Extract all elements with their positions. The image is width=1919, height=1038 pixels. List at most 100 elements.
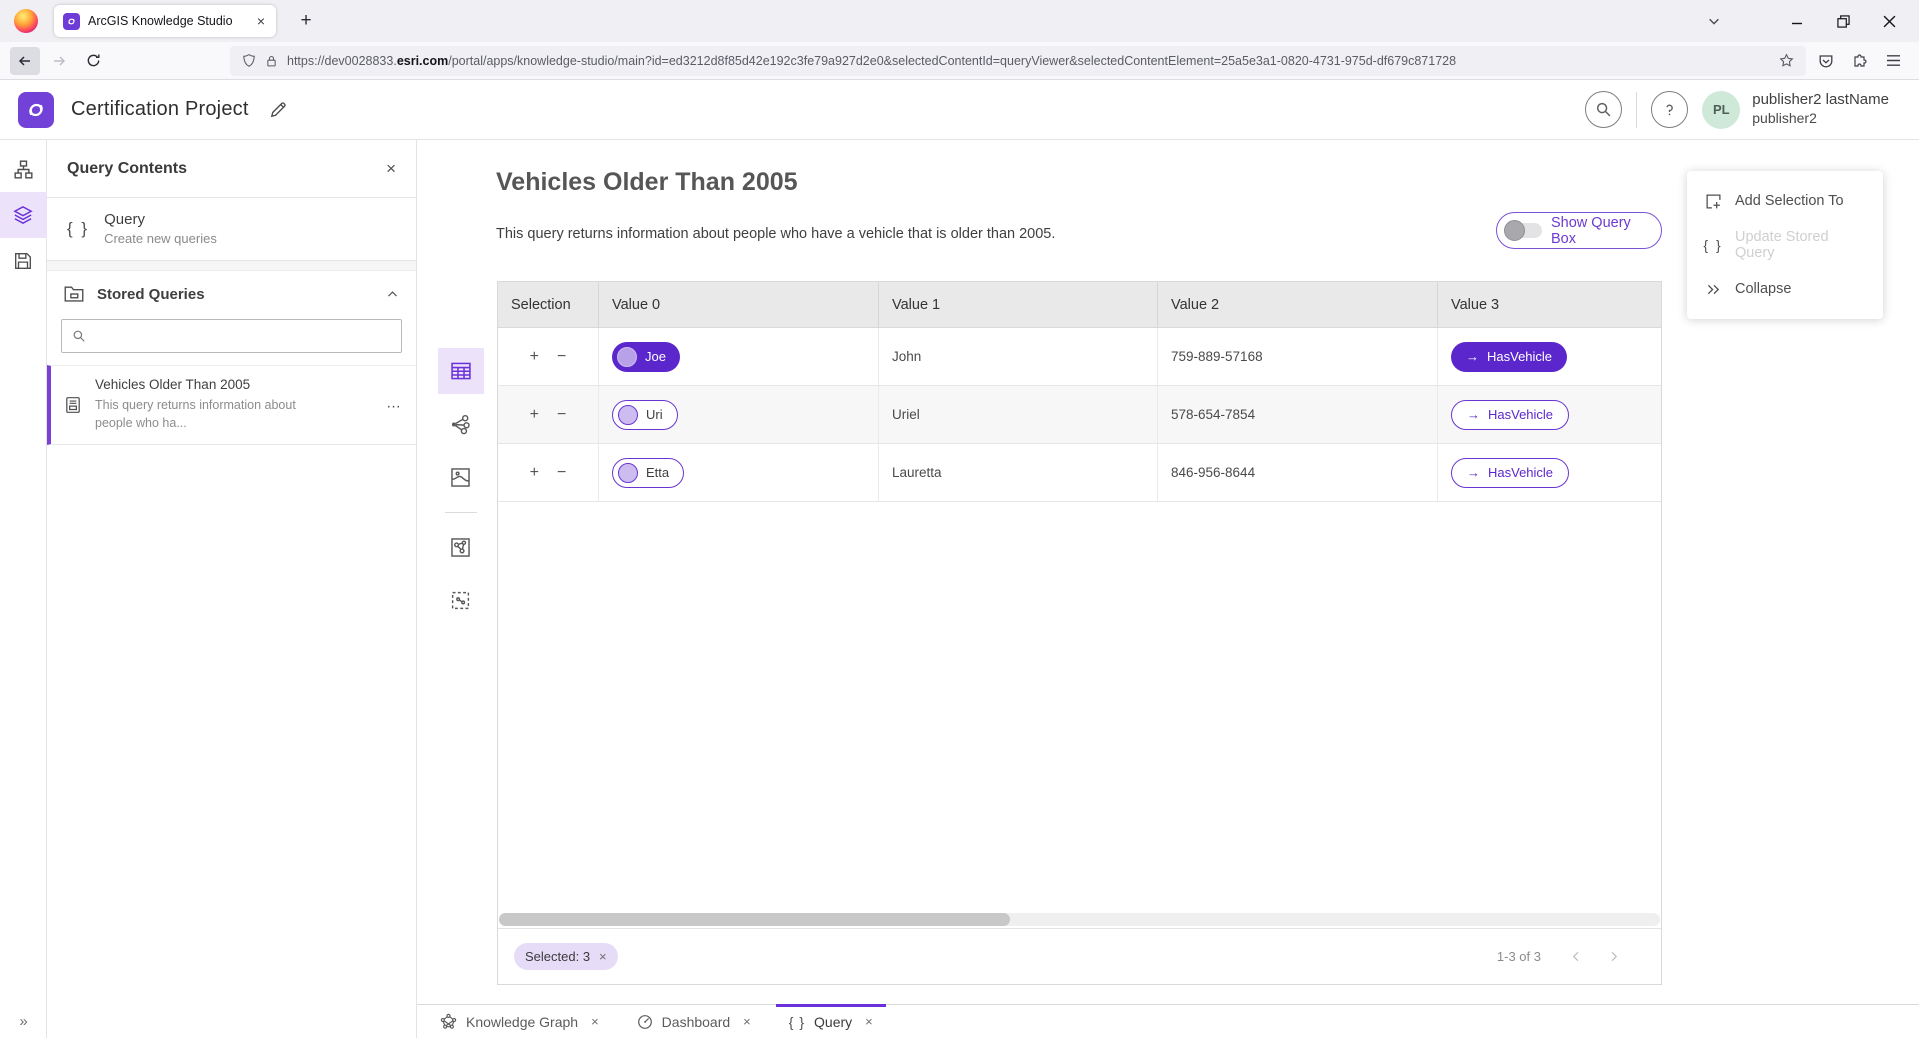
extensions-puzzle-icon[interactable] [1852, 52, 1868, 69]
window-minimize-button[interactable] [1777, 0, 1817, 42]
column-header-value0[interactable]: Value 0 [599, 282, 879, 327]
tab-dashboard[interactable]: Dashboard × [622, 1005, 766, 1038]
stored-queries-title: Stored Queries [97, 286, 373, 303]
pocket-icon[interactable] [1818, 53, 1834, 69]
entity-pill[interactable]: Etta [612, 458, 684, 488]
scrollbar-thumb[interactable] [499, 913, 1010, 926]
pagination-range: 1-3 of 3 [1497, 949, 1541, 964]
show-query-box-toggle[interactable]: Show Query Box [1496, 212, 1662, 249]
table-row[interactable]: + − Uri Uriel 578-654-7854 →HasVehicle [498, 386, 1661, 444]
relation-pill[interactable]: →HasVehicle [1451, 458, 1569, 488]
back-button[interactable] [10, 47, 40, 75]
value2-cell: 759-889-57168 [1158, 328, 1438, 385]
table-row[interactable]: + − Etta Lauretta 846-956-8644 →HasVehic… [498, 444, 1661, 502]
query-create-item[interactable]: { } Query Create new queries [47, 198, 416, 261]
expand-rail-icon[interactable]: » [0, 1013, 47, 1030]
menu-item-update-stored-query[interactable]: { } Update Stored Query [1687, 223, 1883, 267]
bookmark-star-icon[interactable] [1779, 53, 1794, 68]
braces-icon: { } [1704, 237, 1722, 253]
browser-tab[interactable]: ArcGIS Knowledge Studio × [54, 5, 276, 37]
reload-button[interactable] [78, 47, 108, 75]
entity-pill[interactable]: Uri [612, 400, 678, 430]
stored-queries-header[interactable]: Stored Queries [47, 271, 416, 317]
forward-button[interactable] [44, 47, 74, 75]
selected-count-chip[interactable]: Selected: 3 × [514, 943, 618, 970]
chevron-up-icon[interactable] [386, 288, 399, 301]
panel-header: Query Contents × [47, 140, 416, 198]
stored-query-description: This query returns information about peo… [95, 396, 313, 432]
contents-layers-icon[interactable] [0, 192, 47, 238]
table-row[interactable]: + − Joe John 759-889-57168 →HasVehicle [498, 328, 1661, 386]
search-button[interactable] [1585, 91, 1622, 128]
stored-queries-search[interactable] [61, 319, 402, 353]
column-header-value3[interactable]: Value 3 [1438, 282, 1661, 327]
selection-cell: + − [498, 386, 599, 443]
help-button[interactable] [1651, 91, 1688, 128]
shield-icon[interactable] [242, 53, 256, 68]
edit-title-pencil-icon[interactable] [269, 101, 287, 119]
data-model-icon[interactable] [0, 146, 47, 192]
tab-close-icon[interactable]: × [255, 13, 267, 29]
tab-query[interactable]: { } Query × [774, 1005, 888, 1038]
tab-list-chevron-icon[interactable] [1707, 14, 1721, 28]
query-item-title: Query [104, 211, 217, 228]
column-header-selection[interactable]: Selection [498, 282, 599, 327]
next-page-icon[interactable] [1608, 951, 1619, 962]
results-table: Selection Value 0 Value 1 Value 2 Value … [497, 281, 1662, 985]
tab-knowledge-graph[interactable]: Knowledge Graph × [425, 1005, 614, 1038]
new-tab-button[interactable]: + [292, 10, 320, 32]
remove-selection-icon[interactable]: − [557, 348, 566, 366]
knowledge-studio-logo-icon[interactable] [18, 92, 54, 128]
map-view-icon[interactable] [438, 454, 484, 500]
menu-item-add-selection-to[interactable]: Add Selection To [1687, 179, 1883, 223]
relation-pill[interactable]: →HasVehicle [1451, 400, 1569, 430]
window-restore-button[interactable] [1823, 0, 1863, 42]
selection-context-menu: Add Selection To { } Update Stored Query… [1687, 171, 1883, 319]
tab-close-icon[interactable]: × [865, 1014, 873, 1029]
panel-close-icon[interactable]: × [386, 159, 396, 179]
menu-item-collapse[interactable]: Collapse [1687, 267, 1883, 311]
graph-in-map-icon[interactable] [438, 524, 484, 570]
page-title: Vehicles Older Than 2005 [496, 168, 798, 197]
add-selection-icon[interactable]: + [530, 348, 539, 366]
nav-right-icons [1818, 52, 1909, 69]
url-bar[interactable]: https://dev0028833.esri.com/portal/apps/… [230, 46, 1806, 76]
menu-hamburger-icon[interactable] [1886, 54, 1901, 67]
search-input[interactable] [94, 329, 391, 344]
url-text[interactable]: https://dev0028833.esri.com/portal/apps/… [287, 54, 1770, 68]
entity-cell: Joe [599, 328, 879, 385]
stored-query-options-icon[interactable]: … [386, 395, 402, 412]
table-view-icon[interactable] [438, 348, 484, 394]
horizontal-scrollbar[interactable] [499, 913, 1660, 926]
column-header-value1[interactable]: Value 1 [879, 282, 1158, 327]
user-avatar[interactable]: PL [1702, 91, 1740, 129]
selection-tool-icon[interactable] [438, 577, 484, 623]
firefox-logo-icon[interactable] [14, 9, 38, 33]
relation-pill[interactable]: →HasVehicle [1451, 342, 1567, 372]
show-query-box-label: Show Query Box [1551, 215, 1647, 247]
add-selection-icon[interactable]: + [530, 464, 539, 482]
panel-title: Query Contents [67, 160, 386, 178]
window-close-button[interactable] [1869, 0, 1909, 42]
tab-close-icon[interactable]: × [591, 1014, 599, 1029]
previous-page-icon[interactable] [1571, 951, 1582, 962]
stored-query-item[interactable]: Vehicles Older Than 2005 This query retu… [47, 365, 416, 445]
entity-pill[interactable]: Joe [612, 342, 680, 372]
add-selection-icon[interactable]: + [530, 406, 539, 424]
clear-selection-icon[interactable]: × [599, 949, 607, 964]
column-header-value2[interactable]: Value 2 [1158, 282, 1438, 327]
toggle-switch[interactable] [1506, 223, 1542, 238]
remove-selection-icon[interactable]: − [557, 464, 566, 482]
user-info[interactable]: publisher2 lastName publisher2 [1752, 91, 1889, 127]
remove-selection-icon[interactable]: − [557, 406, 566, 424]
save-icon[interactable] [0, 238, 47, 284]
lock-icon[interactable] [265, 54, 278, 68]
value1-cell: Uriel [879, 386, 1158, 443]
tab-close-icon[interactable]: × [743, 1014, 751, 1029]
link-chart-icon[interactable] [438, 401, 484, 447]
entity-dot-icon [617, 347, 637, 367]
arrow-right-icon: → [1467, 465, 1480, 480]
app-header: Certification Project PL publisher2 last… [0, 80, 1919, 140]
tab-label: Query [814, 1014, 852, 1030]
arrow-right-icon: → [1466, 349, 1479, 364]
